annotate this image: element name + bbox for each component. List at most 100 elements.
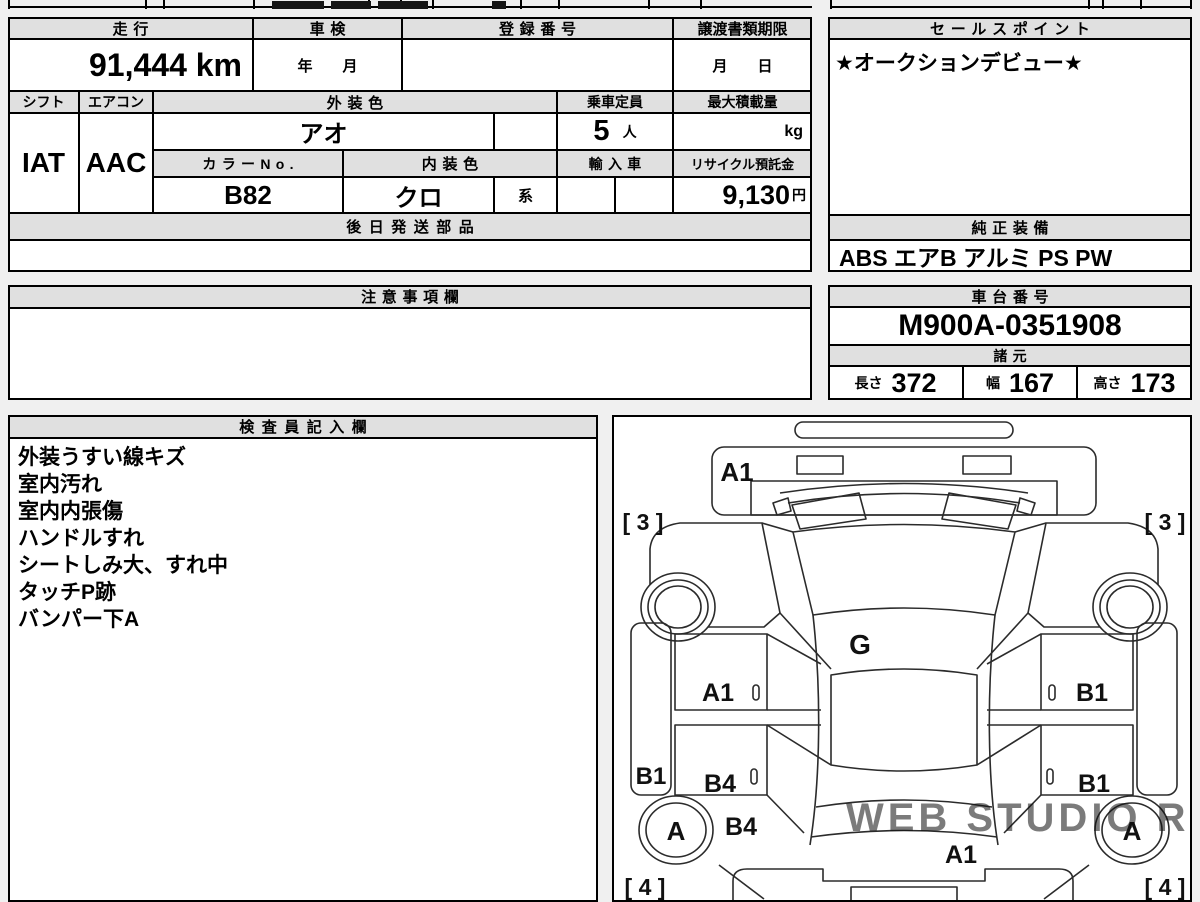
damage-diagram-panel: WEB STUDIO R A1 [ 3 ] [ 3 ] G A1 B1 B1 B… bbox=[612, 415, 1192, 902]
inspection-header-label: 車検 bbox=[309, 20, 352, 38]
aircon-header-label: エアコン bbox=[88, 94, 144, 110]
inspector-note-line: タッチP跡 bbox=[18, 581, 117, 604]
inspector-note-line: 室内汚れ bbox=[18, 473, 102, 496]
label-tire-rear-right: [ 4 ] bbox=[1145, 874, 1186, 900]
label-tire-rear-left: [ 4 ] bbox=[625, 874, 666, 900]
rocker-panel-right bbox=[1136, 622, 1178, 796]
equipment-header: 純正装備 bbox=[828, 215, 1192, 240]
transfer-deadline-header: 譲渡書類期限 bbox=[673, 17, 812, 39]
shift-value: IAT bbox=[8, 113, 79, 213]
chassis-number: M900A-0351908 bbox=[828, 307, 1192, 345]
headlight-right bbox=[941, 492, 1017, 530]
equipment-header-label: 純正装備 bbox=[971, 220, 1055, 237]
label-front-door-left: A1 bbox=[702, 679, 734, 707]
width-label: 幅 bbox=[985, 375, 1000, 391]
a-pillar-line-left2 bbox=[779, 612, 832, 670]
label-windshield: G bbox=[849, 629, 871, 660]
recycle-amount: 9,130 bbox=[722, 179, 790, 210]
registration-value-empty bbox=[402, 39, 673, 91]
roof-panel bbox=[830, 668, 978, 772]
door-handle-rr bbox=[1046, 768, 1054, 785]
top-cut-tick bbox=[253, 0, 255, 9]
inspector-note-line: シートしみ大、すれ中 bbox=[18, 554, 228, 577]
registration-header: 登録番号 bbox=[402, 17, 673, 39]
chassis-header: 車台番号 bbox=[828, 285, 1192, 307]
door-gap-right bbox=[987, 709, 1041, 726]
top-cut-tick bbox=[558, 0, 560, 9]
inspector-note-line: ハンドルすれ bbox=[18, 527, 144, 550]
top-cut-text-remnant bbox=[272, 1, 324, 9]
shift-header: シフト bbox=[8, 91, 79, 113]
recycle-deposit-value: 9,130 円 bbox=[673, 177, 812, 213]
chassis-header-label: 車台番号 bbox=[971, 288, 1055, 306]
transfer-deadline-value: 月 日 bbox=[673, 39, 812, 91]
max-load-header-label: 最大積載量 bbox=[707, 94, 778, 110]
window-line-right-rear bbox=[976, 724, 1042, 766]
interior-color-suffix: 系 bbox=[494, 177, 557, 213]
equipment-items-text: ABS エアB アルミ PS PW bbox=[839, 245, 1113, 271]
capacity-header: 乗車定員 bbox=[557, 91, 673, 113]
color-no-value: B82 bbox=[153, 177, 343, 213]
front-bumper-top-strip bbox=[794, 421, 1014, 439]
top-cut-text-remnant bbox=[331, 1, 371, 9]
shift-value-text: IAT bbox=[21, 147, 66, 178]
exterior-color-sub-empty bbox=[494, 113, 557, 150]
shift-header-label: シフト bbox=[22, 94, 65, 110]
top-cut-tick bbox=[1140, 0, 1142, 9]
top-cut-tick bbox=[520, 0, 522, 9]
label-front-bumper: A1 bbox=[720, 457, 753, 487]
height-value: 173 bbox=[1130, 367, 1176, 398]
top-cut-tick bbox=[432, 0, 434, 9]
license-plate-area bbox=[850, 886, 958, 900]
label-rear-door-left: B4 bbox=[704, 770, 736, 798]
aircon-value: AAC bbox=[79, 113, 153, 213]
interior-suffix-text: 系 bbox=[517, 187, 533, 205]
windshield bbox=[792, 523, 1016, 616]
color-no-header-label: カラーNo. bbox=[202, 155, 299, 172]
door-handle-rl bbox=[750, 768, 758, 785]
registration-header-label: 登録番号 bbox=[498, 20, 582, 38]
label-quarter-left: B4 bbox=[725, 813, 757, 841]
interior-color-value: クロ bbox=[343, 177, 494, 213]
inspection-year-label: 年 bbox=[297, 57, 313, 75]
door-handle-fl bbox=[752, 684, 760, 701]
exterior-color-header: 外装色 bbox=[153, 91, 557, 113]
notice-header-label: 注意事項欄 bbox=[361, 289, 465, 306]
mileage-header: 走行 bbox=[8, 17, 253, 39]
length-value: 372 bbox=[891, 367, 937, 398]
top-cut-tick bbox=[145, 0, 147, 9]
headlight-left bbox=[791, 492, 867, 530]
exterior-color-header-label: 外装色 bbox=[326, 94, 389, 112]
auction-sheet: { "table1": { "headers": {"mileage":"走行"… bbox=[0, 0, 1200, 902]
inspector-notes-box: 外装うすい線キズ 室内汚れ 室内内張傷 ハンドルすれ シートしみ大、すれ中 タッ… bbox=[8, 438, 598, 902]
top-cut-tick bbox=[8, 0, 10, 9]
interior-color-header-label: 内装色 bbox=[421, 156, 484, 173]
top-cut-tick bbox=[1088, 0, 1090, 9]
sales-point-box: ★オークションデビュー★ bbox=[828, 39, 1192, 215]
top-cut-text-remnant bbox=[378, 1, 428, 9]
equipment-value: ABS エアB アルミ PS PW bbox=[828, 240, 1192, 272]
height-label: 高さ bbox=[1093, 375, 1122, 391]
label-tire-front-left: [ 3 ] bbox=[623, 509, 664, 535]
spec-height-cell: 高さ 173 bbox=[1077, 366, 1192, 400]
max-load-unit: kg bbox=[784, 122, 803, 140]
mileage-value-text: 91,444 km bbox=[88, 46, 242, 83]
label-rear-door-right: B1 bbox=[1078, 770, 1110, 798]
corner-lamp-left bbox=[772, 497, 792, 516]
label-rear-wheel-right: A bbox=[1123, 816, 1142, 846]
recycle-unit: 円 bbox=[792, 187, 806, 203]
spec-length-cell: 長さ 372 bbox=[828, 366, 963, 400]
sales-point-header-label: セールスポイント bbox=[930, 20, 1096, 38]
exterior-color-value: アオ bbox=[153, 113, 494, 150]
import-car-header-label: 輸入車 bbox=[588, 155, 647, 172]
recycle-deposit-header: リサイクル預託金 bbox=[673, 150, 812, 177]
capacity-unit: 人 bbox=[622, 123, 637, 140]
inspector-note-line: 外装うすい線キズ bbox=[18, 446, 186, 469]
later-parts-header: 後日発送部品 bbox=[8, 213, 812, 240]
top-cut-tick bbox=[1190, 0, 1192, 9]
interior-color-text: クロ bbox=[394, 184, 443, 212]
a-pillar-line-left bbox=[761, 522, 794, 533]
inspector-note-line: 室内内張傷 bbox=[18, 500, 123, 523]
top-cut-text-remnant bbox=[492, 1, 506, 9]
hood-edge bbox=[779, 482, 1029, 494]
